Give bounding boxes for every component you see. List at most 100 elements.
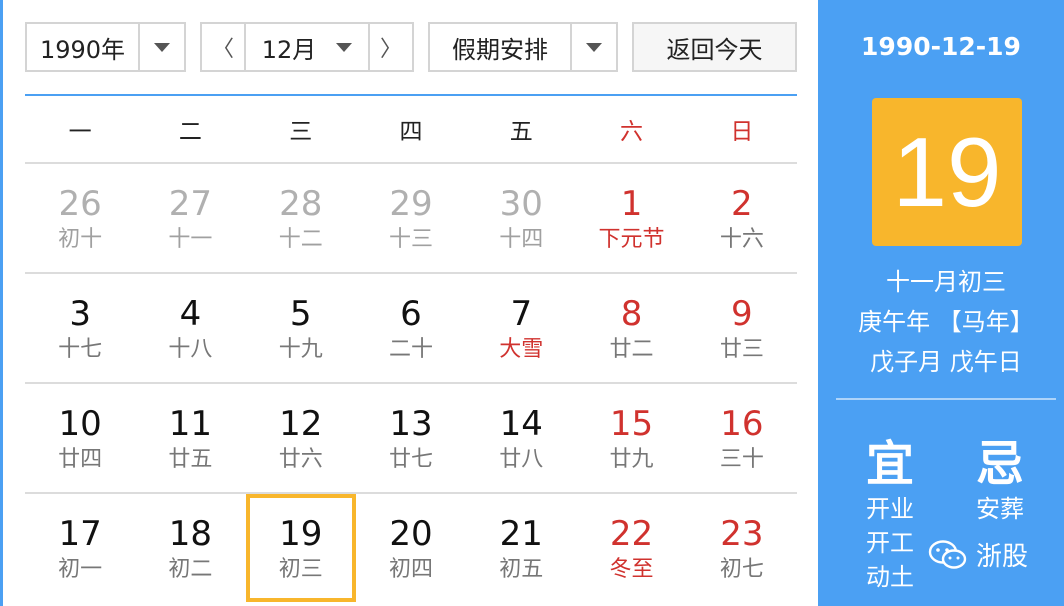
weekday-label: 日 bbox=[730, 119, 754, 145]
day-number: 28 bbox=[279, 184, 323, 224]
lunar-date: 二十 bbox=[388, 337, 433, 362]
yi-label: 宜 bbox=[866, 436, 915, 492]
calendar-day[interactable]: 27 十一 bbox=[135, 164, 245, 272]
prev-month-button[interactable]: 〈 bbox=[202, 24, 246, 70]
day-number: 3 bbox=[69, 294, 91, 334]
day-number: 23 bbox=[720, 514, 764, 554]
calendar-day[interactable]: 26 初十 bbox=[25, 164, 135, 272]
calendar-week: 3 十七 4 十八 5 十九 6 二十 7 大雪 8 廿二 9 廿三 bbox=[25, 272, 797, 382]
next-month-button[interactable]: 〉 bbox=[368, 24, 412, 70]
lunar-date: 初一 bbox=[58, 557, 103, 582]
day-number: 29 bbox=[389, 184, 433, 224]
day-number: 20 bbox=[389, 514, 433, 554]
calendar-day[interactable]: 3 十七 bbox=[25, 274, 135, 382]
day-number: 19 bbox=[279, 514, 323, 554]
calendar-day[interactable]: 17 初一 bbox=[25, 494, 135, 602]
day-number: 17 bbox=[58, 514, 102, 554]
month-select[interactable]: 〈 12月 〉 bbox=[200, 22, 414, 72]
lunar-date: 冬至 bbox=[609, 557, 654, 582]
chevron-left-icon: 〈 bbox=[211, 37, 234, 62]
calendar-day[interactable]: 29 十三 bbox=[356, 164, 466, 272]
chevron-down-icon bbox=[336, 42, 353, 52]
day-number: 15 bbox=[609, 404, 654, 444]
day-number: 4 bbox=[179, 294, 202, 334]
day-number: 1 bbox=[620, 184, 643, 224]
calendar-day[interactable]: 28 十二 bbox=[246, 164, 356, 272]
yi-item: 动土 bbox=[866, 563, 914, 591]
ji-list: 安葬 bbox=[976, 492, 1024, 526]
day-number: 8 bbox=[620, 294, 643, 334]
month-dropdown[interactable]: 12月 bbox=[246, 24, 368, 70]
yi-item: 开工 bbox=[866, 529, 914, 557]
calendar-day[interactable]: 5 十九 bbox=[246, 274, 356, 382]
day-number: 13 bbox=[389, 404, 433, 444]
lunar-date: 初三 bbox=[278, 557, 323, 582]
calendar-day[interactable]: 12 廿六 bbox=[246, 384, 356, 492]
calendar-day[interactable]: 18 初二 bbox=[135, 494, 245, 602]
chevron-down-icon bbox=[154, 42, 170, 52]
weekday-label: 一 bbox=[68, 119, 92, 145]
chevron-down-icon bbox=[586, 42, 602, 52]
year-ganzhi: 庚午年 【马年】 bbox=[858, 308, 1034, 336]
lunar-date: 十四 bbox=[499, 227, 544, 252]
calendar-day[interactable]: 22 冬至 bbox=[576, 494, 686, 602]
day-number: 21 bbox=[499, 514, 543, 554]
weekday-label: 三 bbox=[289, 119, 313, 145]
lunar-date: 十九 bbox=[278, 337, 323, 362]
calendar-day[interactable]: 13 廿七 bbox=[356, 384, 466, 492]
lunar-date: 十八 bbox=[168, 337, 213, 362]
day-number: 30 bbox=[499, 184, 543, 224]
calendar-day[interactable]: 1 下元节 bbox=[576, 164, 686, 272]
yi-list: 开业 开工 动土 bbox=[866, 492, 914, 594]
back-to-today-button[interactable]: 返回今天 bbox=[632, 22, 797, 72]
calendar-day[interactable]: 11 廿五 bbox=[135, 384, 245, 492]
calendar-day[interactable]: 9 廿三 bbox=[687, 274, 797, 382]
calendar-day[interactable]: 15 廿九 bbox=[576, 384, 686, 492]
day-number: 14 bbox=[499, 404, 543, 444]
selected-date: 1990-12-19 bbox=[861, 32, 1021, 61]
lunar-date: 廿四 bbox=[58, 447, 103, 472]
calendar-day[interactable]: 14 廿八 bbox=[466, 384, 576, 492]
calendar-day[interactable]: 7 大雪 bbox=[466, 274, 576, 382]
lunar-date: 十七 bbox=[58, 337, 103, 362]
wechat-icon bbox=[928, 539, 967, 569]
day-number: 10 bbox=[58, 404, 102, 444]
calendar-day[interactable]: 2 十六 bbox=[687, 164, 797, 272]
calendar-day-selected[interactable]: 19 初三 bbox=[245, 494, 356, 602]
info-divider bbox=[836, 398, 1056, 400]
year-select[interactable]: 1990年 bbox=[25, 22, 186, 72]
calendar-day[interactable]: 8 廿二 bbox=[576, 274, 686, 382]
day-number: 12 bbox=[279, 404, 323, 444]
yi-item: 开业 bbox=[866, 495, 914, 523]
lunar-date: 十二 bbox=[278, 227, 323, 252]
day-number: 9 bbox=[731, 294, 753, 334]
calendar-day[interactable]: 10 廿四 bbox=[25, 384, 135, 492]
chevron-right-icon: 〉 bbox=[379, 37, 402, 62]
day-number: 7 bbox=[510, 294, 533, 334]
calendar-day[interactable]: 20 初四 bbox=[356, 494, 466, 602]
holiday-select[interactable]: 假期安排 bbox=[428, 22, 618, 72]
year-dropdown-button[interactable] bbox=[138, 24, 184, 70]
calendar-day[interactable]: 16 三十 bbox=[687, 384, 797, 492]
calendar-week: 26 初十 27 十一 28 十二 29 十三 30 十四 1 下元节 2 十六 bbox=[25, 162, 797, 272]
day-number: 2 bbox=[731, 184, 753, 224]
lunar-date: 廿五 bbox=[168, 447, 213, 472]
weekday-label: 二 bbox=[178, 119, 202, 145]
month-value: 12月 bbox=[261, 35, 317, 64]
calendar-day[interactable]: 23 初七 bbox=[687, 494, 797, 602]
calendar-day[interactable]: 4 十八 bbox=[135, 274, 245, 382]
calendar-day[interactable]: 6 二十 bbox=[356, 274, 466, 382]
lunar-date: 廿二 bbox=[609, 337, 654, 362]
holiday-dropdown-button[interactable] bbox=[570, 24, 616, 70]
weekday-label: 六 bbox=[620, 119, 644, 145]
day-number: 27 bbox=[168, 184, 213, 224]
day-number: 6 bbox=[400, 294, 422, 334]
lunar-date: 十六 bbox=[719, 227, 764, 252]
lunar-date: 初四 bbox=[388, 557, 433, 582]
weekday-header: 一 二 三 四 五 六 日 bbox=[25, 96, 797, 162]
calendar-day[interactable]: 21 初五 bbox=[466, 494, 576, 602]
day-number: 18 bbox=[168, 514, 213, 554]
year-value: 1990年 bbox=[39, 35, 126, 64]
calendar-day[interactable]: 30 十四 bbox=[466, 164, 576, 272]
lunar-date: 三十 bbox=[719, 447, 764, 472]
